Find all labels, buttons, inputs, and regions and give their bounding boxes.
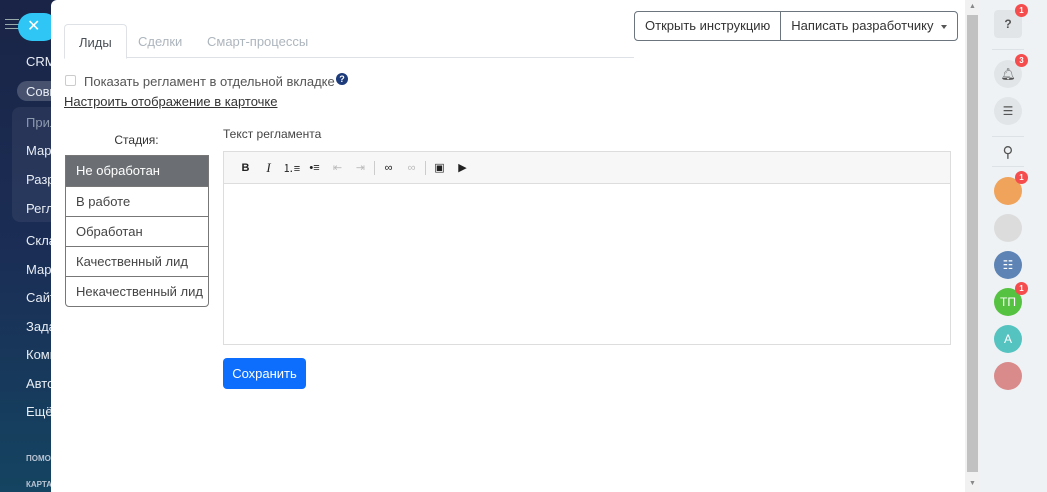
right-rail: ? 1 🔔︎ 3 ☰ ⚲ 1 ☷ ТП 1 А [980,0,1047,492]
help-icon[interactable]: ? [336,73,348,85]
save-button[interactable]: Сохранить [223,358,306,389]
messenger-button[interactable]: ☰ [994,97,1022,125]
image-icon[interactable]: ▣ [428,161,451,174]
unordered-list-icon[interactable]: •≡ [303,162,326,174]
tabs: Лиды Сделки Смарт-процессы [64,24,634,59]
stage-list: Не обработан В работе Обработан Качестве… [65,155,209,307]
badge: 1 [1015,282,1028,295]
nav-item[interactable]: КАРТА [26,480,52,489]
open-instructions-button[interactable]: Открыть инструкцию [635,12,780,40]
stage-item[interactable]: Некачественный лид [66,276,208,306]
close-icon: ✕ [27,18,41,35]
actions-group: Открыть инструкцию Написать разработчику [634,11,959,41]
tab-smart-processes[interactable]: Смарт-процессы [193,24,322,59]
stage-item[interactable]: Качественный лид [66,246,208,276]
tab-leads[interactable]: Лиды [64,24,127,59]
nav-item-more[interactable]: Ещё [26,404,53,419]
group-icon: ☷ [1002,258,1014,272]
group-chat-avatar[interactable]: ☷ [994,251,1022,279]
search-icon: ⚲ [1002,144,1014,161]
unlink-icon[interactable]: ∞ [400,162,423,174]
editor-toolbar: B I ⒈≡ •≡ ⇤ ⇥ ∞ ∞ ▣ ▶ [224,152,950,184]
notifications-button[interactable]: 🔔︎ 3 [994,54,1028,88]
badge: 1 [1015,4,1028,17]
editor-label: Текст регламента [223,127,322,141]
badge: 1 [1015,171,1028,184]
avatar-initials: А [1003,332,1012,346]
chat-avatar[interactable]: 1 [994,171,1028,205]
chat-avatar[interactable] [994,362,1022,390]
bell-icon: 🔔︎ [1000,67,1016,81]
video-icon[interactable]: ▶ [451,161,474,174]
stage-item[interactable]: Не обработан [66,156,208,186]
write-developer-button[interactable]: Написать разработчику [780,12,957,40]
chat-icon: ☰ [1002,104,1014,118]
show-tab-label[interactable]: Показать регламент в отдельной вкладке [84,74,335,89]
chat-avatar-a[interactable]: А [994,325,1022,353]
configure-card-link[interactable]: Настроить отображение в карточке [64,94,277,109]
outdent-icon[interactable]: ⇤ [326,161,349,174]
scrollbar[interactable]: ▲ ▼ [965,0,980,492]
nav-item[interactable]: ПОМО [26,454,51,463]
nav-item[interactable]: Регл [26,201,53,216]
write-developer-label: Написать разработчику [791,18,934,33]
badge: 3 [1015,54,1028,67]
show-tab-checkbox[interactable] [65,75,76,86]
stage-label: Стадия: [114,133,159,147]
chat-avatar-tp[interactable]: ТП 1 [994,282,1028,316]
editor-content[interactable] [224,184,950,344]
menu-icon[interactable] [5,19,19,29]
link-icon[interactable]: ∞ [377,162,400,174]
ordered-list-icon[interactable]: ⒈≡ [280,160,303,176]
italic-icon[interactable]: I [257,160,280,176]
tab-deals[interactable]: Сделки [124,24,196,59]
rich-text-editor: B I ⒈≡ •≡ ⇤ ⇥ ∞ ∞ ▣ ▶ [223,151,951,345]
help-button[interactable]: ? 1 [994,4,1028,38]
scroll-down-icon[interactable]: ▼ [969,480,976,487]
scroll-up-icon[interactable]: ▲ [969,3,976,10]
search-button[interactable]: ⚲ [994,138,1022,166]
stage-item[interactable]: Обработан [66,216,208,246]
chat-avatar[interactable] [994,214,1022,242]
indent-icon[interactable]: ⇥ [349,161,372,174]
avatar-initials: ТП [1000,295,1016,309]
caret-down-icon [941,24,948,29]
scrollbar-thumb[interactable] [967,15,978,472]
bold-icon[interactable]: B [234,162,257,174]
stage-item[interactable]: В работе [66,186,208,216]
